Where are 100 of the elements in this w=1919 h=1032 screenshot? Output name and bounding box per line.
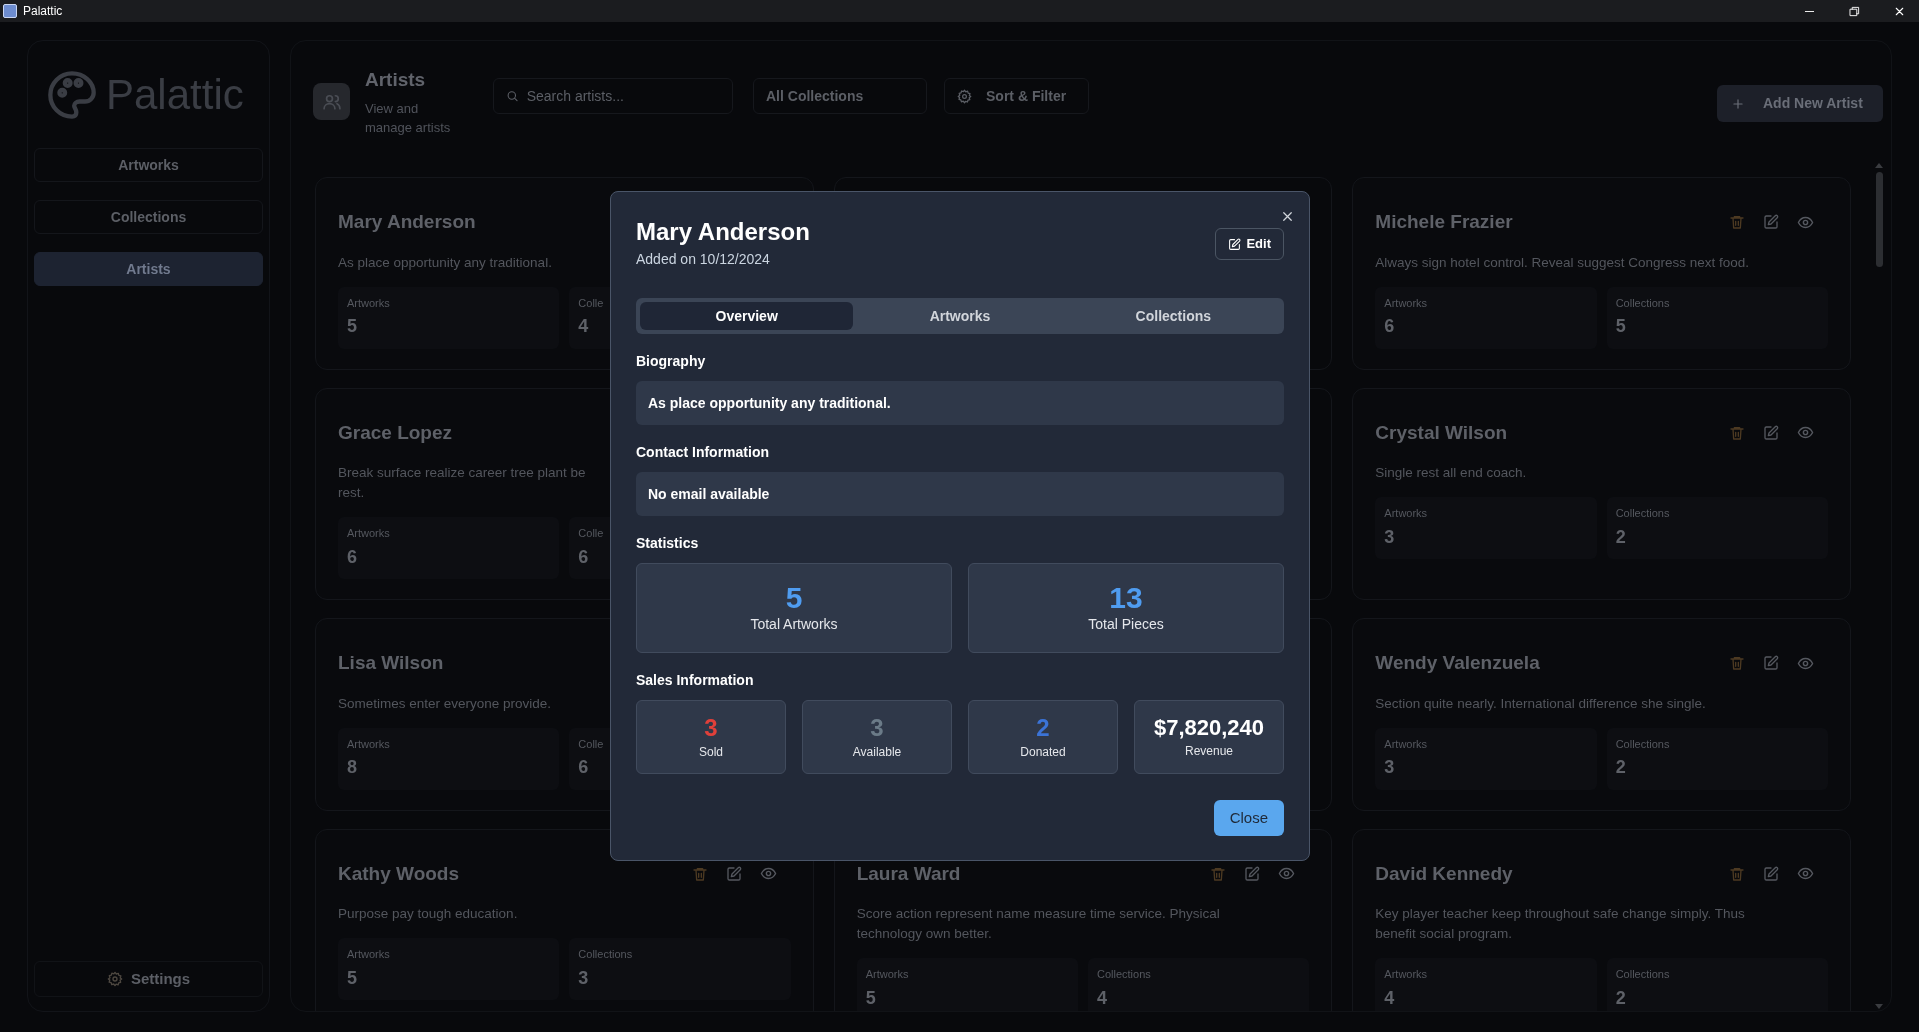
artist-name: Laura Ward	[856, 861, 961, 886]
tab[interactable]: Artworks	[853, 302, 1067, 330]
sales-value: 2	[1036, 713, 1050, 742]
settings-button[interactable]: Settings	[34, 961, 263, 997]
trash-icon[interactable]	[691, 865, 708, 882]
search-field[interactable]: Search artists...	[526, 79, 720, 113]
edit-icon[interactable]	[1763, 424, 1779, 441]
edit-icon[interactable]	[1763, 865, 1779, 882]
tab[interactable]: Collections	[1066, 302, 1280, 330]
stat-value: 5	[347, 966, 357, 990]
window-title: Palattic	[23, 3, 63, 20]
stat-label: Collections	[1097, 967, 1151, 982]
close-button[interactable]	[1280, 209, 1295, 224]
sort-filter-button[interactable]: Sort & Filter	[944, 78, 1089, 114]
page-subtitle: View and manage artists	[365, 99, 452, 137]
add-artist-button[interactable]: Add New Artist	[1717, 85, 1883, 122]
sales-label: Donated	[1020, 743, 1066, 761]
artist-description: Break surface realize career tree plant be rest.	[338, 464, 586, 502]
trash-icon[interactable]	[1729, 655, 1745, 672]
added-date: Added on 10/12/2024	[636, 250, 771, 269]
section-heading: Biography	[636, 352, 706, 371]
restore-icon[interactable]	[1849, 5, 1860, 17]
search-box[interactable]: Search artists...	[493, 78, 733, 114]
section-heading: Sales Information	[636, 671, 754, 690]
biography-text: As place opportunity any traditional.	[636, 381, 1284, 425]
artist-name: Mary Anderson	[338, 210, 476, 234]
artist-description: Single rest all end coach.	[1375, 464, 1527, 482]
stat-value: 5	[1615, 315, 1626, 338]
edit-icon[interactable]	[725, 865, 742, 882]
statistic-value: 13	[1109, 581, 1143, 614]
stat-label: Artworks	[1384, 295, 1428, 311]
stat-label: Artworks	[347, 947, 390, 962]
trash-icon[interactable]	[1210, 865, 1227, 882]
stat-value: 4	[578, 315, 589, 338]
stat-value: 6	[1384, 315, 1395, 338]
stat-label: Artworks	[347, 526, 390, 541]
trash-icon[interactable]	[1729, 865, 1745, 882]
stat-value: 3	[578, 966, 589, 990]
palette-icon	[46, 68, 98, 121]
sales-value: 3	[870, 713, 884, 742]
edit-icon[interactable]	[1763, 655, 1779, 672]
close-dialog-button[interactable]: Close	[1213, 800, 1284, 836]
artist-description: As place opportunity any traditional.	[338, 253, 552, 272]
artist-name: David Kennedy	[1375, 861, 1513, 886]
sales-label: Available	[852, 743, 902, 761]
page-title: Artists	[365, 68, 427, 92]
settings-icon	[106, 971, 123, 987]
contact-info: No email available	[636, 472, 1284, 516]
collections-dropdown[interactable]: All Collections	[753, 78, 927, 114]
artist-card[interactable]: Wendy Valenzuela Section quite nearly. International difference she single. Artworks 3 Collections 2	[1352, 618, 1851, 811]
app-logo-text: Palattic	[106, 70, 244, 120]
stat-value: 2	[1615, 525, 1626, 549]
artist-description: Key player teacher keep throughout safe change simply. Thus benefit social program.	[1375, 905, 1745, 943]
artist-name: Grace Lopez	[338, 420, 453, 445]
stat-value: 4	[1384, 986, 1395, 1010]
stat-value: 4	[1097, 986, 1107, 1010]
stat-label: Collections	[1615, 967, 1670, 982]
sales-value: 3	[704, 713, 718, 742]
artist-name: Michele Frazier	[1375, 210, 1513, 234]
stat-value: 2	[1615, 986, 1626, 1010]
edit-icon[interactable]	[1244, 865, 1261, 882]
artist-description: Score action represent name measure time service. Physical technology own better.	[856, 905, 1220, 943]
section-heading: Contact Information	[636, 443, 769, 462]
stat-value: 2	[1615, 756, 1626, 779]
edit-button[interactable]: Edit	[1215, 228, 1284, 260]
tab[interactable]: Overview	[640, 302, 854, 330]
stat-label: Artworks	[1384, 967, 1428, 982]
section-heading: Statistics	[636, 534, 699, 553]
close-icon	[1280, 209, 1295, 224]
dialog-title: Mary Anderson	[636, 217, 810, 247]
artist-description: Sometimes enter everyone provide.	[338, 694, 552, 713]
artist-name: Lisa Wilson	[338, 651, 444, 675]
nav-item[interactable]: Collections	[34, 200, 263, 234]
sales-value: $7,820,240	[1153, 714, 1265, 741]
stat-label: Collections	[1615, 295, 1670, 311]
stat-label: Colle	[578, 295, 604, 311]
stat-value: 5	[865, 986, 876, 1010]
artist-name: Wendy Valenzuela	[1375, 651, 1540, 675]
statistic-label: Total Pieces	[1088, 614, 1164, 634]
sales-label: Revenue	[1184, 742, 1233, 760]
artist-card[interactable]: Kathy Woods Purpose pay tough education. Artworks 5 Collections 3	[315, 828, 814, 1011]
stat-value: 5	[347, 315, 357, 338]
nav-item[interactable]: Artists	[34, 252, 263, 286]
stat-value: 6	[578, 545, 589, 569]
nav-item[interactable]: Artworks	[34, 148, 263, 182]
artist-name: Crystal Wilson	[1375, 420, 1508, 445]
stat-label: Artworks	[865, 967, 909, 982]
trash-icon[interactable]	[1729, 424, 1745, 441]
stat-label: Colle	[578, 736, 604, 752]
artist-card[interactable]: Michele Frazier Always sign hotel control. Reveal suggest Congress next food. Artworks 6 Collections 5	[1352, 177, 1851, 370]
edit-icon[interactable]	[1763, 214, 1779, 231]
stat-value: 3	[1384, 525, 1395, 549]
artist-name: Kathy Woods	[338, 861, 460, 886]
trash-icon[interactable]	[1729, 214, 1745, 231]
artist-card[interactable]: Crystal Wilson Single rest all end coach. Artworks 3 Collections 2	[1352, 387, 1851, 600]
stat-label: Artworks	[347, 736, 390, 752]
artist-description: Purpose pay tough education.	[338, 905, 518, 923]
stat-label: Collections	[578, 947, 633, 962]
plus-icon	[1731, 96, 1745, 111]
artist-card[interactable]: David Kennedy Key player teacher keep throughout safe change simply. Thus benefit social program. Artworks 4 Collections 2	[1352, 828, 1851, 1011]
